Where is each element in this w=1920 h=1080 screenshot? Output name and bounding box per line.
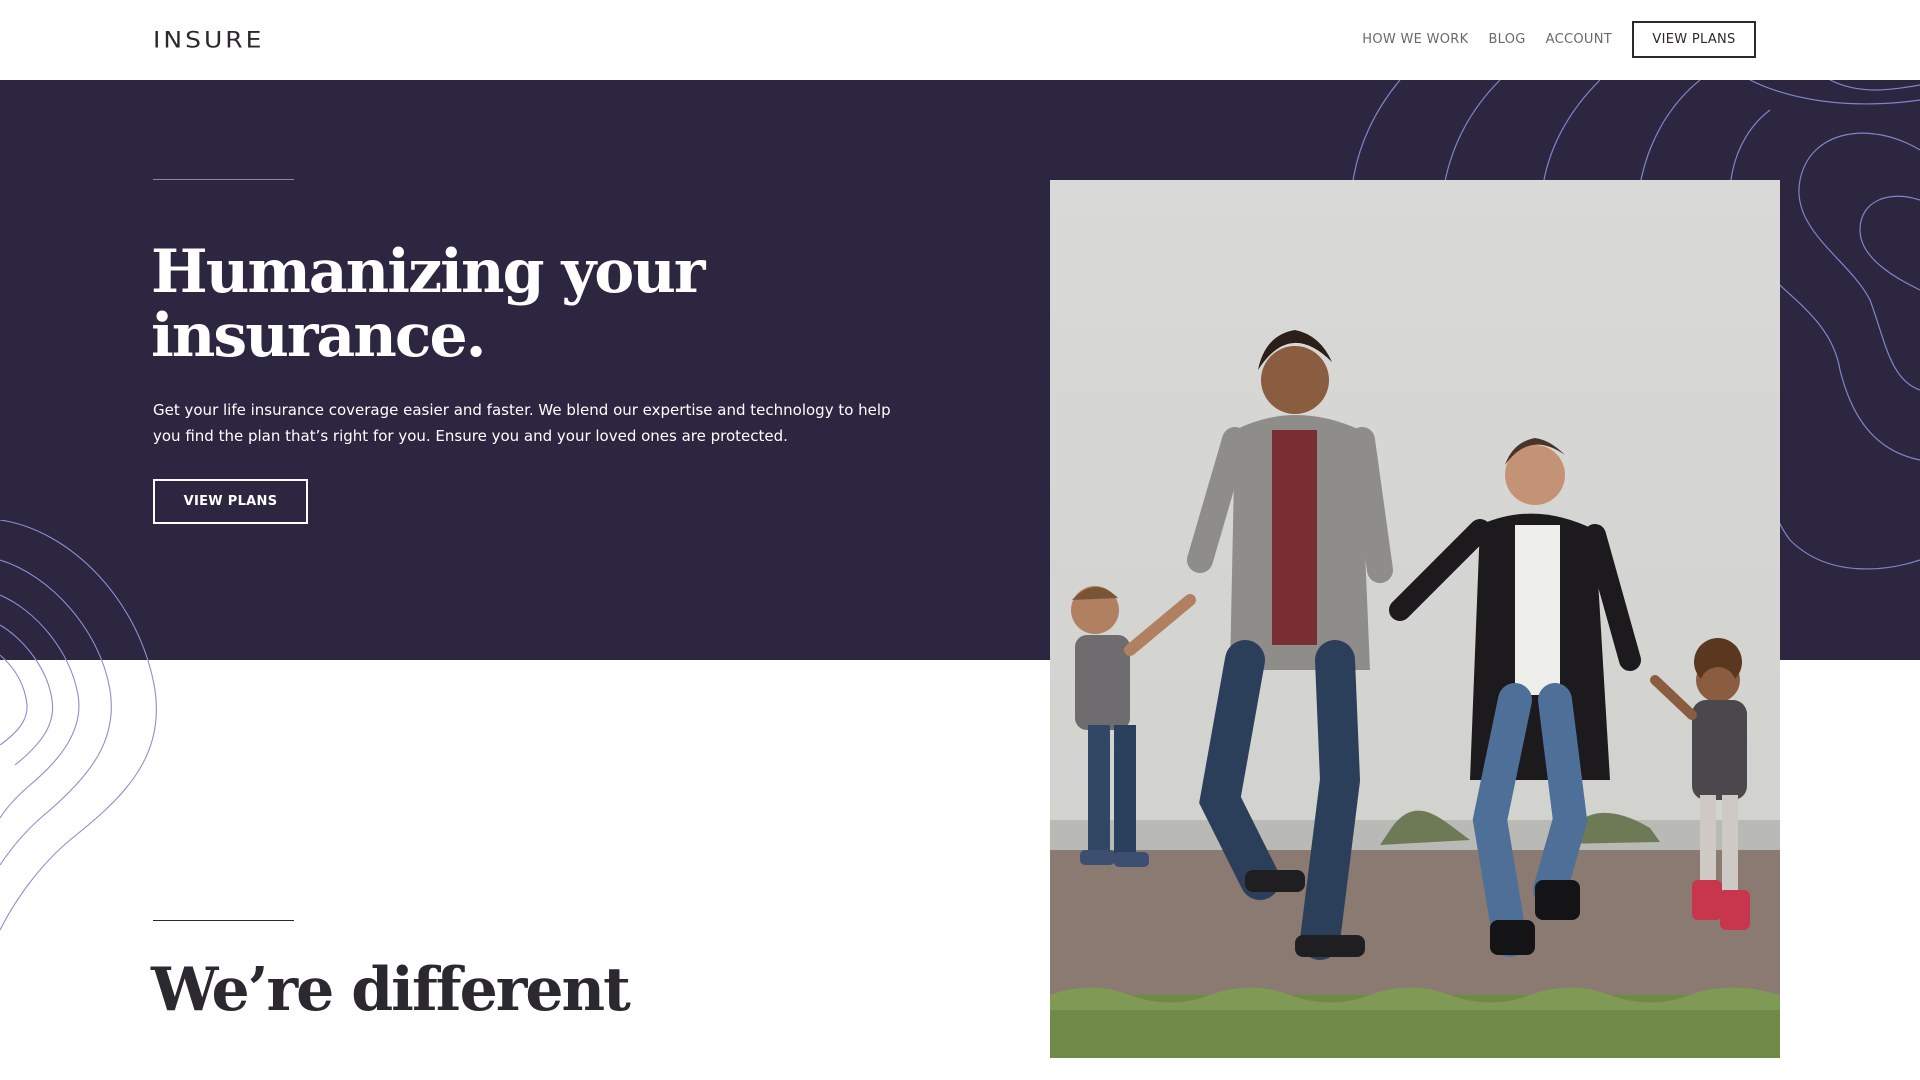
family-photo <box>1050 180 1780 1058</box>
family-walking-illustration <box>1050 180 1780 1058</box>
hero-title: Humanizing your insurance. <box>151 237 706 371</box>
header-view-plans-button[interactable]: VIEW PLANS <box>1632 21 1756 58</box>
nav-link-blog[interactable]: BLOG <box>1488 22 1525 58</box>
nav-link-account[interactable]: ACCOUNT <box>1546 22 1612 58</box>
section-divider <box>153 920 294 921</box>
main-nav: HOW WE WORK BLOG ACCOUNT VIEW PLANS <box>1362 21 1756 58</box>
brand-logo[interactable]: INSURE <box>153 27 264 53</box>
left-contour-pattern-icon <box>0 520 157 931</box>
site-header: INSURE HOW WE WORK BLOG ACCOUNT VIEW PLA… <box>0 0 1920 80</box>
hero-description: Get your life insurance coverage easier … <box>153 401 891 445</box>
hero-divider <box>153 179 294 180</box>
nav-link-how-we-work[interactable]: HOW WE WORK <box>1362 22 1468 58</box>
hero-view-plans-button[interactable]: VIEW PLANS <box>153 479 308 524</box>
section-title: We’re different <box>151 955 631 1025</box>
